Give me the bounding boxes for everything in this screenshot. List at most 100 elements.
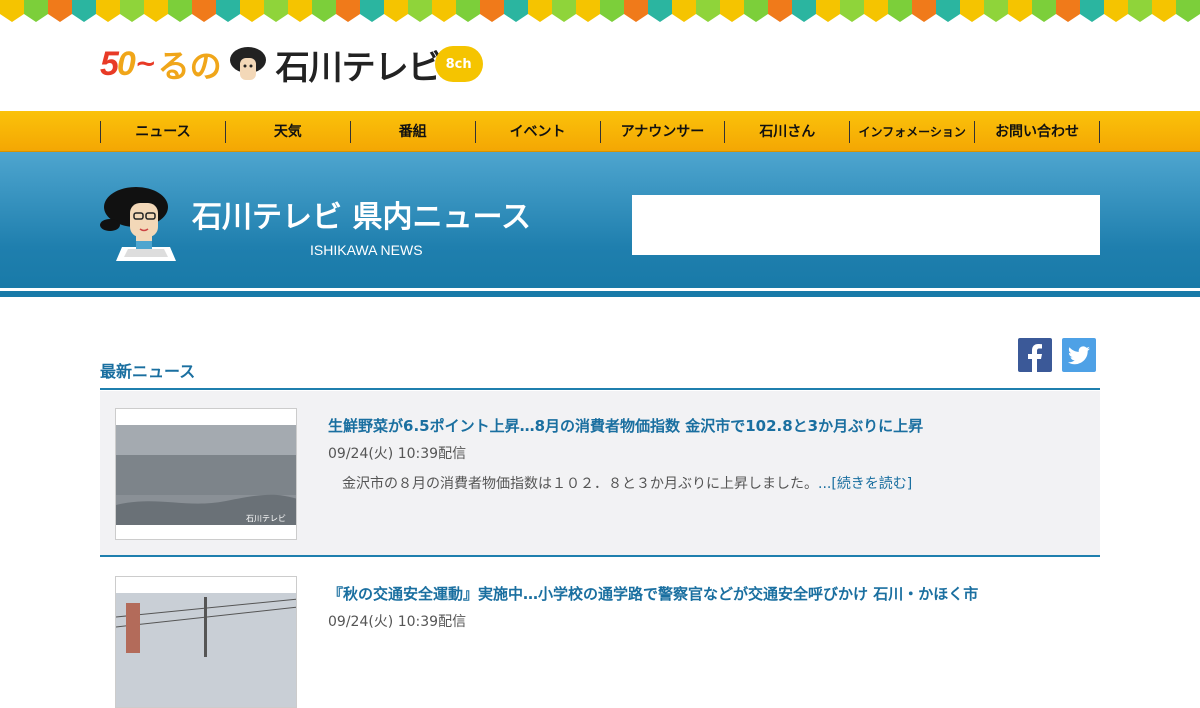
zigzag-segment bbox=[48, 0, 72, 14]
zigzag-segment bbox=[960, 0, 984, 14]
zigzag-tooth bbox=[0, 14, 24, 22]
zigzag-segment bbox=[768, 0, 792, 14]
zigzag-segment bbox=[576, 0, 600, 14]
zigzag-segment bbox=[96, 0, 120, 14]
main-nav: ニュース 天気 番組 イベント アナウンサー 石川さん インフォメーション お問… bbox=[0, 111, 1200, 152]
zigzag-tooth bbox=[1032, 14, 1056, 22]
news-title-link[interactable]: 生鮮野菜が6.5ポイント上昇…8月の消費者物価指数 金沢市で102.8と3か月ぶ… bbox=[328, 415, 923, 436]
nav-item-events[interactable]: イベント bbox=[476, 121, 601, 143]
news-item[interactable]: 『秋の交通安全運動』実施中…小学校の通学路で警察官などが交通安全呼びかけ 石川・… bbox=[100, 559, 1100, 708]
site-logo[interactable]: 50 ~ るの 石川テレビ 8ch bbox=[100, 42, 483, 88]
nav-item-news[interactable]: ニュース bbox=[101, 121, 226, 143]
read-more-link[interactable]: ...[続きを読む] bbox=[818, 476, 912, 492]
zigzag-segment bbox=[936, 0, 960, 14]
zigzag-segment bbox=[912, 0, 936, 14]
zigzag-segment bbox=[600, 0, 624, 14]
twitter-icon bbox=[1068, 346, 1090, 365]
zigzag-segment bbox=[1032, 0, 1056, 14]
zigzag-tooth bbox=[408, 14, 432, 22]
logo-50: 50 bbox=[100, 44, 136, 83]
news-description-text: 金沢市の８月の消費者物価指数は１０２．８と３か月ぶりに上昇しました。 bbox=[342, 476, 818, 492]
logo-channel-badge: 8ch bbox=[434, 46, 483, 82]
nav-item-ishikawa-san[interactable]: 石川さん bbox=[725, 121, 851, 143]
zigzag-tooth bbox=[456, 14, 480, 22]
svg-text:石川テレビ: 石川テレビ bbox=[246, 514, 286, 523]
decorative-zigzag-border bbox=[0, 0, 1200, 22]
zigzag-tooth bbox=[24, 14, 48, 22]
nav-item-weather[interactable]: 天気 bbox=[226, 121, 351, 143]
logo-runo: るの bbox=[157, 47, 222, 85]
facebook-share-button[interactable] bbox=[1018, 338, 1052, 372]
zigzag-tooth bbox=[312, 14, 336, 22]
news-date: 09/24(火) 10:39配信 bbox=[328, 446, 467, 462]
zigzag-tooth bbox=[1080, 14, 1104, 22]
twitter-share-button[interactable] bbox=[1062, 338, 1096, 372]
news-date: 09/24(火) 10:39配信 bbox=[328, 614, 467, 630]
banner-ad-box bbox=[632, 195, 1100, 255]
zigzag-tooth bbox=[1152, 14, 1176, 22]
zigzag-tooth bbox=[216, 14, 240, 22]
zigzag-segment bbox=[648, 0, 672, 14]
zigzag-tooth bbox=[384, 14, 408, 22]
nav-item-contact[interactable]: お問い合わせ bbox=[975, 121, 1100, 143]
zigzag-tooth bbox=[648, 14, 672, 22]
zigzag-tooth bbox=[744, 14, 768, 22]
zigzag-segment bbox=[312, 0, 336, 14]
zigzag-segment bbox=[672, 0, 696, 14]
zigzag-tooth bbox=[528, 14, 552, 22]
zigzag-segment bbox=[288, 0, 312, 14]
news-thumbnail[interactable] bbox=[115, 576, 297, 708]
zigzag-segment bbox=[144, 0, 168, 14]
news-item[interactable]: 石川テレビ 生鮮野菜が6.5ポイント上昇…8月の消費者物価指数 金沢市で102.… bbox=[100, 391, 1100, 557]
zigzag-segment bbox=[1176, 0, 1200, 14]
nav-item-information[interactable]: インフォメーション bbox=[850, 121, 976, 143]
news-description: 金沢市の８月の消費者物価指数は１０２．８と３か月ぶりに上昇しました。...[続き… bbox=[342, 473, 912, 493]
zigzag-tooth bbox=[480, 14, 504, 22]
city-aerial-image: 石川テレビ bbox=[116, 409, 296, 539]
zigzag-segment bbox=[504, 0, 528, 14]
zigzag-tooth bbox=[48, 14, 72, 22]
zigzag-segment bbox=[552, 0, 576, 14]
zigzag-segment bbox=[624, 0, 648, 14]
zigzag-tooth bbox=[288, 14, 312, 22]
zigzag-tooth bbox=[720, 14, 744, 22]
zigzag-segment bbox=[240, 0, 264, 14]
banner-title: 石川テレビ 県内ニュース bbox=[192, 200, 531, 235]
zigzag-segment bbox=[984, 0, 1008, 14]
zigzag-segment bbox=[408, 0, 432, 14]
zigzag-tooth bbox=[1008, 14, 1032, 22]
zigzag-tooth bbox=[264, 14, 288, 22]
zigzag-segment bbox=[792, 0, 816, 14]
zigzag-segment bbox=[480, 0, 504, 14]
zigzag-segment bbox=[72, 0, 96, 14]
zigzag-tooth bbox=[192, 14, 216, 22]
nav-item-announcers[interactable]: アナウンサー bbox=[601, 121, 726, 143]
zigzag-segment bbox=[384, 0, 408, 14]
zigzag-segment bbox=[1080, 0, 1104, 14]
zigzag-tooth bbox=[144, 14, 168, 22]
zigzag-segment bbox=[528, 0, 552, 14]
street-scene-image bbox=[116, 577, 296, 707]
logo-brand-text: 石川テレビ bbox=[275, 47, 442, 88]
zigzag-segment bbox=[864, 0, 888, 14]
zigzag-segment bbox=[816, 0, 840, 14]
zigzag-segment bbox=[192, 0, 216, 14]
zigzag-segment bbox=[432, 0, 456, 14]
zigzag-segment bbox=[264, 0, 288, 14]
zigzag-segment bbox=[720, 0, 744, 14]
news-title-link[interactable]: 『秋の交通安全運動』実施中…小学校の通学路で警察官などが交通安全呼びかけ 石川・… bbox=[328, 583, 978, 604]
zigzag-segment bbox=[1152, 0, 1176, 14]
zigzag-segment bbox=[1128, 0, 1152, 14]
zigzag-tooth bbox=[96, 14, 120, 22]
zigzag-segment bbox=[120, 0, 144, 14]
zigzag-tooth bbox=[336, 14, 360, 22]
site-header: 50 ~ るの 石川テレビ 8ch bbox=[0, 22, 1200, 111]
banner-divider-dark bbox=[0, 291, 1200, 297]
zigzag-tooth bbox=[504, 14, 528, 22]
zigzag-tooth bbox=[1104, 14, 1128, 22]
news-thumbnail[interactable]: 石川テレビ bbox=[115, 408, 297, 540]
logo-tilde: ~ bbox=[134, 49, 157, 79]
zigzag-segment bbox=[360, 0, 384, 14]
zigzag-tooth bbox=[600, 14, 624, 22]
nav-item-programs[interactable]: 番組 bbox=[351, 121, 476, 143]
